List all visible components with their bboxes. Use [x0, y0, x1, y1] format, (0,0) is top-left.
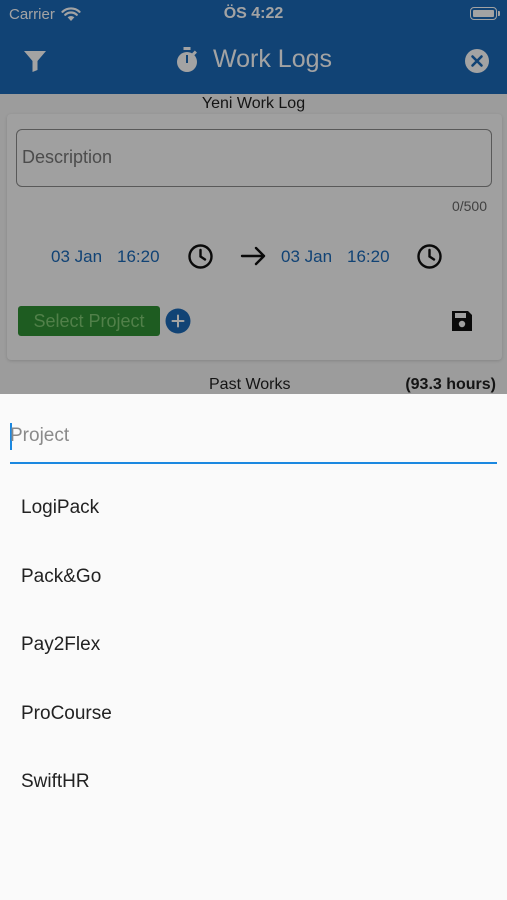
project-list: LogiPack Pack&Go Pay2Flex ProCourse Swif…: [0, 474, 507, 817]
project-option[interactable]: Pack&Go: [0, 543, 507, 612]
project-option[interactable]: ProCourse: [0, 680, 507, 749]
project-picker-sheet: LogiPack Pack&Go Pay2Flex ProCourse Swif…: [0, 394, 507, 900]
project-option[interactable]: SwiftHR: [0, 748, 507, 817]
project-option[interactable]: LogiPack: [0, 474, 507, 543]
project-option[interactable]: Pay2Flex: [0, 611, 507, 680]
project-search-field[interactable]: [10, 416, 497, 464]
project-search-input[interactable]: [10, 422, 497, 450]
